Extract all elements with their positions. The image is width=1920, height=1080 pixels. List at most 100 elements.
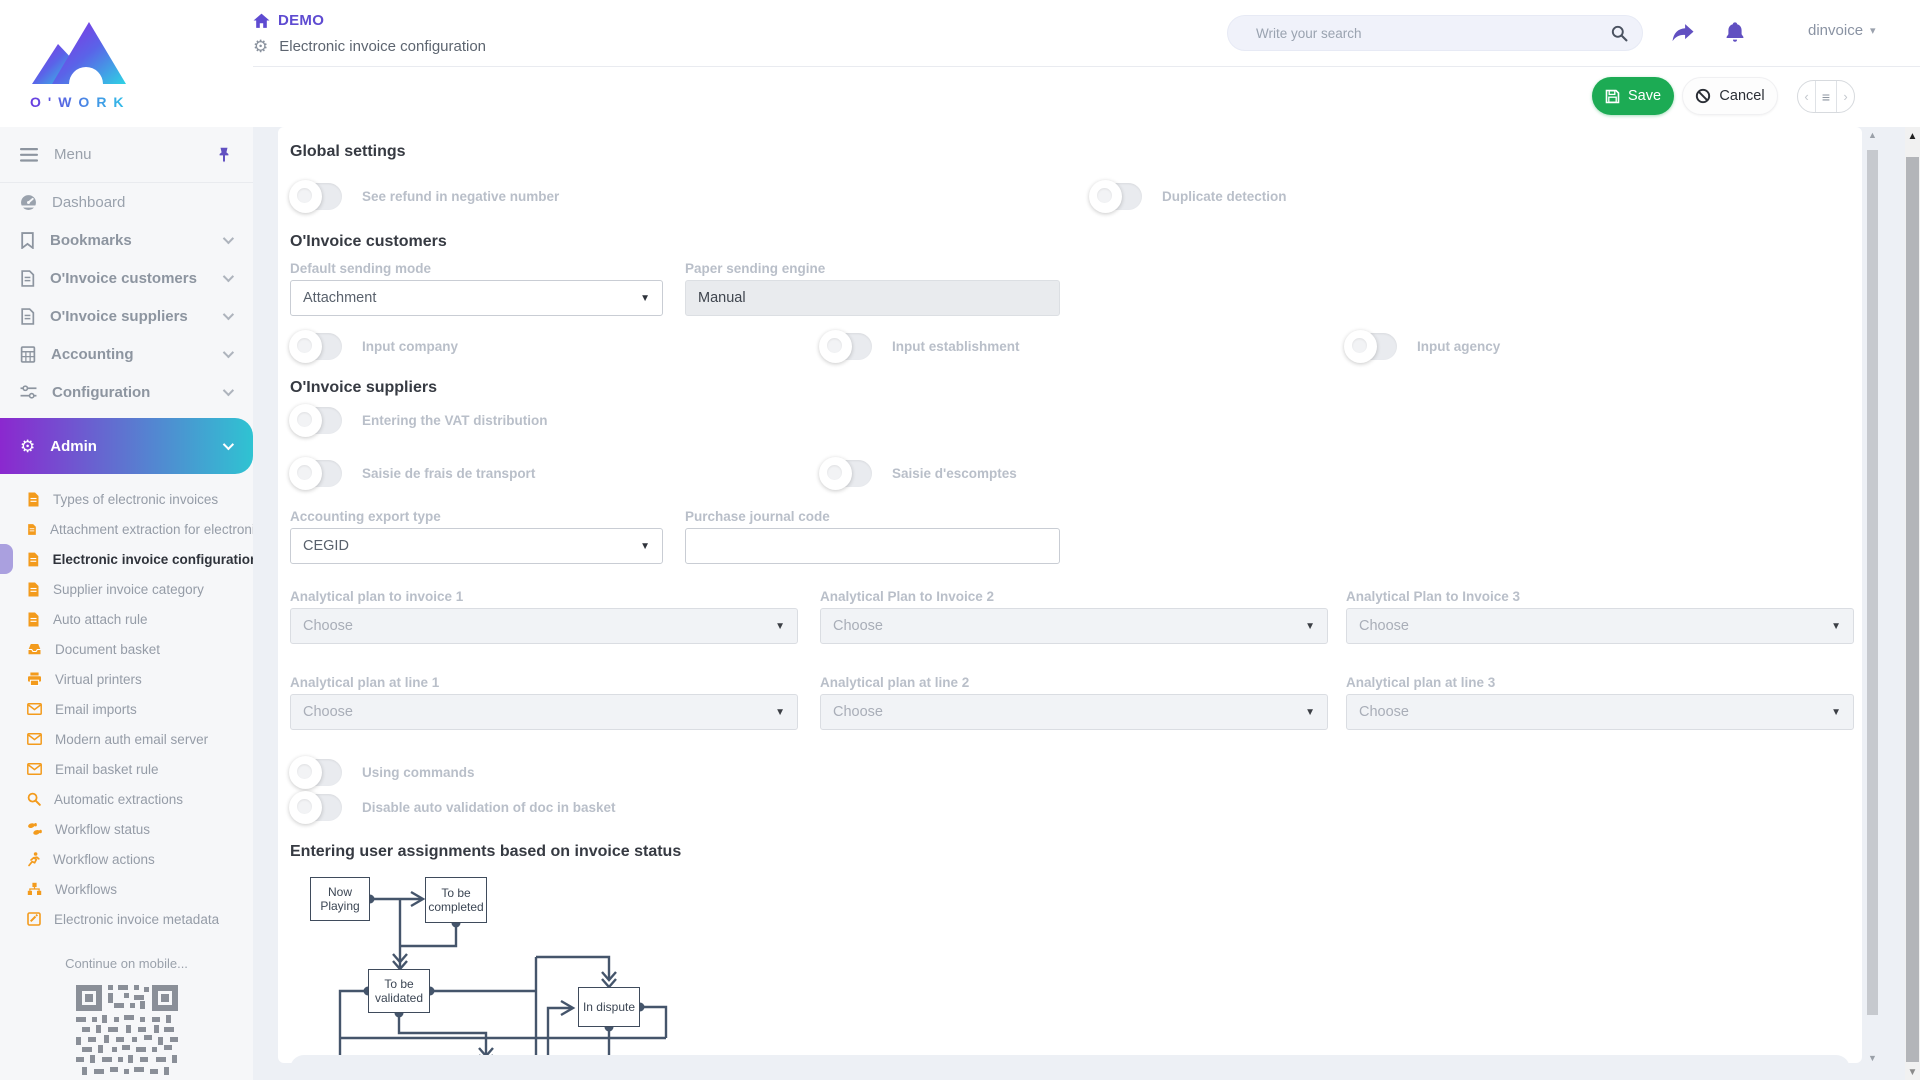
sidebar-item-label: O'Invoice suppliers [50, 308, 223, 325]
submenu-label: Types of electronic invoices [53, 492, 218, 507]
submenu-attachment-extraction[interactable]: Attachment extraction for electronic inv… [0, 514, 253, 544]
scrollbar-thumb[interactable] [1906, 157, 1919, 1062]
submenu-email-imports[interactable]: Email imports [0, 694, 253, 724]
scroll-up-icon[interactable]: ▲ [1905, 131, 1920, 142]
save-label: Save [1628, 88, 1661, 104]
submenu-automatic-extractions[interactable]: Automatic extractions [0, 784, 253, 814]
submenu-label: Electronic invoice metadata [54, 912, 219, 927]
content-scrollbar[interactable]: ▲ ▼ [1866, 130, 1879, 1063]
sidebar-item-configuration[interactable]: Configuration [0, 373, 253, 411]
field-label: Analytical Plan to Invoice 3 [1346, 589, 1520, 604]
sidebar-item-dashboard[interactable]: Dashboard [0, 183, 253, 221]
field-label: Accounting export type [290, 509, 441, 524]
browser-scrollbar[interactable]: ▲ ▼ [1905, 127, 1920, 1080]
analytical-plan-line-3-select: Choose ▼ [1346, 694, 1854, 730]
toggle-off-switch[interactable] [290, 333, 342, 360]
toggle-input-establishment[interactable]: Input establishment [820, 333, 1020, 360]
calculator-icon [20, 346, 36, 363]
toggle-input-agency[interactable]: Input agency [1345, 333, 1500, 360]
app-logo[interactable]: O'WORK [14, 6, 144, 121]
breadcrumb-home[interactable]: DEMO [278, 12, 324, 29]
caret-down-icon: ▼ [640, 541, 650, 552]
toggle-input-company[interactable]: Input company [290, 333, 458, 360]
submenu-electronic-invoice-configuration[interactable]: Electronic invoice configuration [0, 544, 253, 574]
toggle-frais-transport[interactable]: Saisie de frais de transport [290, 460, 535, 487]
default-sending-mode-select[interactable]: Attachment ▼ [290, 280, 663, 316]
caret-down-icon: ▼ [775, 621, 785, 632]
submenu-electronic-invoice-metadata[interactable]: Electronic invoice metadata [0, 904, 253, 934]
toggle-disable-auto-validation[interactable]: Disable auto validation of doc in basket [290, 794, 616, 821]
pager-list-icon[interactable]: ≡ [1815, 81, 1837, 112]
submenu-virtual-printers[interactable]: Virtual printers [0, 664, 253, 694]
pager-prev-icon[interactable]: ‹ [1798, 81, 1815, 112]
scroll-up-icon[interactable]: ▲ [1866, 130, 1879, 140]
toggle-off-switch[interactable] [290, 794, 342, 821]
sitemap-icon [27, 882, 42, 896]
search-icon[interactable] [1611, 25, 1628, 42]
purchase-journal-code-input[interactable] [685, 528, 1060, 564]
toggle-off-switch[interactable] [290, 759, 342, 786]
pin-icon[interactable] [217, 147, 231, 163]
scrollbar-thumb[interactable] [1867, 150, 1878, 1015]
toggle-using-commands[interactable]: Using commands [290, 759, 475, 786]
submenu-modern-auth-email-server[interactable]: Modern auth email server [0, 724, 253, 754]
sidebar-item-oinvoice-suppliers[interactable]: O'Invoice suppliers [0, 297, 253, 335]
toggle-vat-distribution[interactable]: Entering the VAT distribution [290, 407, 548, 434]
caret-down-icon: ▼ [1831, 621, 1841, 632]
toggle-duplicate-detection[interactable]: Duplicate detection [1090, 183, 1287, 210]
toggle-off-switch[interactable] [290, 460, 342, 487]
submenu-document-basket[interactable]: Document basket [0, 634, 253, 664]
hamburger-icon[interactable] [20, 148, 38, 162]
search-input[interactable] [1256, 26, 1611, 41]
bell-icon [1724, 21, 1746, 45]
sidebar-item-admin[interactable]: ⚙ Admin [0, 418, 253, 474]
field-label: Default sending mode [290, 261, 431, 276]
submenu-auto-attach-rule[interactable]: Auto attach rule [0, 604, 253, 634]
sidebar-item-label: O'Invoice customers [50, 270, 223, 287]
caret-down-icon: ▼ [640, 293, 650, 304]
toggle-escomptes[interactable]: Saisie d'escomptes [820, 460, 1017, 487]
section-user-assignments: Entering user assignments based on invoi… [290, 843, 681, 861]
submenu-types-of-electronic-invoices[interactable]: Types of electronic invoices [0, 484, 253, 514]
workflow-node-in-dispute[interactable]: In dispute [578, 987, 640, 1027]
pager-next-icon[interactable]: › [1837, 81, 1854, 112]
toggle-see-refund[interactable]: See refund in negative number [290, 183, 559, 210]
submenu-supplier-invoice-category[interactable]: Supplier invoice category [0, 574, 253, 604]
home-icon[interactable] [253, 13, 270, 29]
sidebar: Menu Dashboard Bookmarks O'Invoice custo… [0, 127, 253, 1080]
printer-icon [27, 672, 42, 686]
save-button[interactable]: Save [1592, 77, 1674, 115]
submenu-workflow-actions[interactable]: Workflow actions [0, 844, 253, 874]
caret-down-icon: ▼ [1305, 707, 1315, 718]
submenu-workflows[interactable]: Workflows [0, 874, 253, 904]
sidebar-item-oinvoice-customers[interactable]: O'Invoice customers [0, 259, 253, 297]
submenu-label: Supplier invoice category [53, 582, 204, 597]
owork-logo-icon: O'WORK [14, 6, 144, 121]
cancel-button[interactable]: Cancel [1682, 77, 1778, 115]
toggle-label: Entering the VAT distribution [362, 413, 548, 428]
user-menu[interactable]: dinvoice ▾ [1808, 22, 1876, 39]
share-button[interactable] [1666, 16, 1700, 50]
sidebar-item-bookmarks[interactable]: Bookmarks [0, 221, 253, 259]
caret-down-icon: ▼ [775, 707, 785, 718]
submenu-email-basket-rule[interactable]: Email basket rule [0, 754, 253, 784]
workflow-node-now-playing[interactable]: Now Playing [310, 877, 370, 921]
toggle-off-switch[interactable] [290, 183, 342, 210]
toggle-off-switch[interactable] [820, 460, 872, 487]
scroll-down-icon[interactable]: ▼ [1866, 1053, 1879, 1063]
scroll-down-icon[interactable]: ▼ [1905, 1067, 1920, 1078]
workflow-node-to-be-validated[interactable]: To be validated [368, 969, 430, 1013]
user-caret-icon: ▾ [1870, 24, 1876, 37]
notifications-button[interactable] [1718, 16, 1752, 50]
chevron-down-icon [223, 233, 234, 244]
sidebar-item-accounting[interactable]: Accounting [0, 335, 253, 373]
toggle-off-switch[interactable] [820, 333, 872, 360]
toggle-off-switch[interactable] [1345, 333, 1397, 360]
submenu-workflow-status[interactable]: Workflow status [0, 814, 253, 844]
workflow-node-to-be-completed[interactable]: To be completed [425, 877, 487, 923]
toggle-off-switch[interactable] [1090, 183, 1142, 210]
accounting-export-type-select[interactable]: CEGID ▼ [290, 528, 663, 564]
horizontal-scroll-track[interactable] [290, 1055, 1850, 1080]
active-item-bar [0, 544, 13, 574]
toggle-off-switch[interactable] [290, 407, 342, 434]
